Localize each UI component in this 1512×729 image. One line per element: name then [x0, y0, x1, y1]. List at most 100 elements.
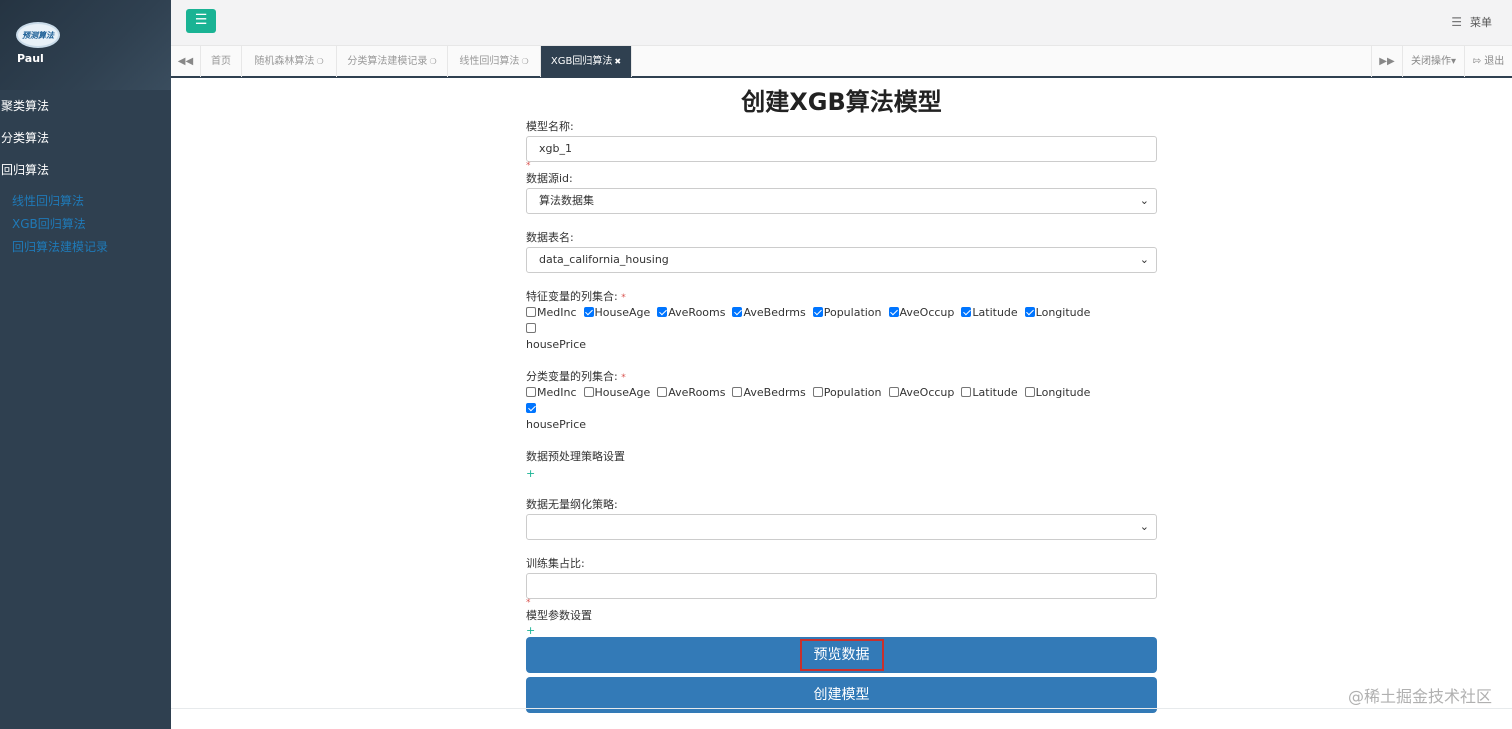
datasource-value: 算法数据集 [526, 188, 1157, 214]
preprocess-label: 数据预处理策略设置 [526, 450, 625, 463]
class-checkbox-longitude[interactable]: Longitude [1024, 385, 1091, 401]
preview-data-button[interactable]: 预览数据 [526, 637, 1157, 673]
tab-bar: ◀◀ 首页 随机森林算法 ❍ 分类算法建模记录 ❍ 线性回归算法 ❍ XGB回归算法 ✖… [171, 45, 1512, 78]
tab-label: 线性回归算法 [459, 56, 520, 67]
checkbox-label: HouseAge [594, 306, 651, 319]
tab-label: 随机森林算法 [254, 56, 315, 67]
checkbox-box[interactable] [961, 387, 972, 397]
checkbox-label: Population [823, 386, 882, 399]
checkbox-box[interactable] [526, 403, 536, 413]
train-ratio-input[interactable] [526, 573, 1157, 599]
feature-checkbox-longitude[interactable]: Longitude [1024, 305, 1090, 321]
logout-button[interactable]: ⇰ 退出 [1464, 46, 1512, 77]
tab-home[interactable]: 首页 [201, 46, 242, 77]
datasource-select[interactable]: 算法数据集 ⌄ [526, 188, 1157, 214]
nav-group-clustering[interactable]: 聚类算法 [0, 90, 171, 122]
checkbox-label: HouseAge [594, 386, 651, 399]
logo: 预测算法 [16, 22, 60, 48]
class-columns-text: 分类变量的列集合: [526, 370, 618, 383]
class-checkbox-houseprice[interactable]: housePrice [526, 401, 586, 433]
tab-linear-regression[interactable]: 线性回归算法 ❍ [448, 46, 541, 77]
dimensionless-select[interactable]: ⌄ [526, 514, 1157, 540]
checkbox-box[interactable] [526, 323, 536, 333]
class-checkbox-population[interactable]: Population [812, 385, 882, 401]
nav-item-xgb-regression[interactable]: XGB回归算法 [0, 213, 171, 236]
menu-label: 菜单 [1470, 16, 1492, 29]
feature-checkbox-population[interactable]: Population [812, 305, 882, 321]
nav-group-regression[interactable]: 回归算法 [0, 154, 171, 186]
class-checkbox-latitude[interactable]: Latitude [961, 385, 1018, 401]
close-operations-dropdown[interactable]: 关闭操作▾ [1402, 46, 1464, 77]
preview-data-label: 预览数据 [799, 639, 884, 671]
train-ratio-label: 训练集占比: [526, 557, 585, 570]
watermark: @稀土掘金技术社区 [1347, 687, 1492, 706]
feature-checkbox-averooms[interactable]: AveRooms [657, 305, 725, 321]
class-checkbox-aveoccup[interactable]: AveOccup [888, 385, 954, 401]
create-model-form: 模型名称: xgb_1 * 数据源id: 算法数据集 ⌄ 数据表名: data_… [526, 118, 1157, 713]
add-model-param-button[interactable]: + [526, 625, 1157, 637]
page-title: 创建XGB算法模型 [741, 88, 942, 116]
checkbox-box[interactable] [1024, 307, 1035, 317]
checkbox-box[interactable] [526, 307, 536, 317]
nav-group-classification[interactable]: 分类算法 [0, 122, 171, 154]
close-icon[interactable]: ❍ [429, 57, 436, 66]
checkbox-label: AveOccup [899, 306, 955, 319]
add-preprocess-button[interactable]: + [526, 467, 1157, 481]
table-select[interactable]: data_california_housing ⌄ [526, 247, 1157, 273]
required-mark: * [621, 373, 626, 383]
menu-toggle-button[interactable]: ☰ [186, 9, 216, 33]
feature-checkbox-aveoccup[interactable]: AveOccup [888, 305, 955, 321]
checkbox-label: housePrice [526, 338, 587, 351]
close-icon[interactable]: ✖ [614, 57, 621, 66]
checkbox-label: AveRooms [668, 306, 726, 319]
nav-item-regression-records[interactable]: 回归算法建模记录 [0, 236, 171, 259]
checkbox-box[interactable] [1024, 387, 1035, 397]
close-icon[interactable]: ❍ [521, 57, 528, 66]
feature-checkbox-latitude[interactable]: Latitude [961, 305, 1018, 321]
checkbox-box[interactable] [732, 307, 743, 317]
checkbox-box[interactable] [526, 387, 536, 397]
dimensionless-label: 数据无量纲化策略: [526, 498, 618, 511]
class-checkbox-houseage[interactable]: HouseAge [583, 385, 651, 401]
tab-scroll-left-button[interactable]: ◀◀ [171, 46, 201, 77]
class-checkbox-medinc[interactable]: MedInc [526, 385, 577, 401]
class-checkbox-averooms[interactable]: AveRooms [657, 385, 725, 401]
feature-columns-text: 特征变量的列集合: [526, 290, 618, 303]
datasource-label: 数据源id: [526, 172, 573, 185]
checkbox-box[interactable] [583, 307, 594, 317]
feature-columns-checkboxes: MedInc HouseAge AveRooms AveBedrms Populatio… [526, 305, 1157, 353]
top-bar: ☰ ☰ 菜单 [171, 0, 1512, 45]
checkbox-box[interactable] [657, 307, 668, 317]
class-checkbox-avebedrms[interactable]: AveBedrms [732, 385, 806, 401]
footer-divider [171, 708, 1512, 709]
checkbox-box[interactable] [888, 387, 899, 397]
tab-classification-records[interactable]: 分类算法建模记录 ❍ [337, 46, 448, 77]
checkbox-label: Latitude [972, 306, 1018, 319]
checkbox-box[interactable] [732, 387, 743, 397]
tab-scroll-right-button[interactable]: ▶▶ [1371, 46, 1402, 77]
menu-link[interactable]: ☰ 菜单 [1451, 14, 1492, 30]
checkbox-box[interactable] [583, 387, 594, 397]
tab-xgb-regression[interactable]: XGB回归算法 ✖ [541, 46, 632, 77]
tab-random-forest[interactable]: 随机森林算法 ❍ [242, 46, 337, 77]
close-icon[interactable]: ❍ [316, 57, 323, 66]
create-model-label: 创建模型 [813, 687, 870, 703]
chevron-down-icon: ⌄ [1139, 253, 1149, 266]
checkbox-label: Longitude [1035, 386, 1091, 399]
checkbox-box[interactable] [812, 307, 823, 317]
feature-checkbox-houseage[interactable]: HouseAge [583, 305, 651, 321]
feature-checkbox-medinc[interactable]: MedInc [526, 305, 577, 321]
double-chevron-right-icon: ▶▶ [1379, 56, 1395, 67]
checkbox-box[interactable] [812, 387, 823, 397]
username[interactable]: Paul [17, 52, 44, 65]
feature-checkbox-avebedrms[interactable]: AveBedrms [732, 305, 806, 321]
checkbox-box[interactable] [888, 307, 899, 317]
nav-item-linear-regression[interactable]: 线性回归算法 [0, 190, 171, 213]
model-name-input[interactable]: xgb_1 [526, 136, 1157, 162]
checkbox-box[interactable] [657, 387, 668, 397]
checkbox-box[interactable] [961, 307, 972, 317]
feature-checkbox-houseprice[interactable]: housePrice [526, 321, 586, 353]
dimensionless-value [526, 514, 1157, 540]
profile-panel: 预测算法 Paul [0, 0, 171, 90]
tab-label: 首页 [211, 56, 231, 67]
